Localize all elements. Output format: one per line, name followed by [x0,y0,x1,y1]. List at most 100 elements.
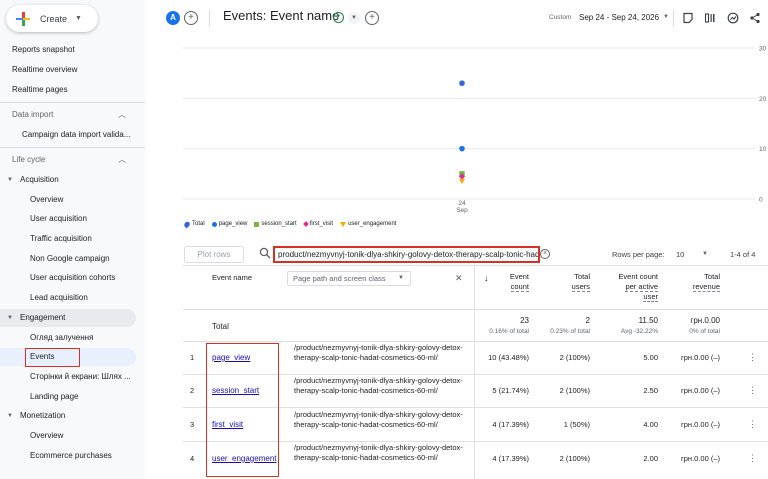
legend-item-user-engagement[interactable]: user_engagement [340,221,396,227]
chart-point-page-view [459,145,465,152]
legend-item-first-visit[interactable]: first_visit [302,221,333,227]
nav-eng-overview[interactable]: Огляд залучення [30,329,93,347]
caret-down-icon[interactable]: ▼ [702,251,708,257]
nav-engagement[interactable]: ▼ Engagement [0,309,136,327]
event-count-cell: 4 (17.39%) [492,454,529,463]
events-chart: 30 20 10 0 24Sep [183,46,767,214]
note-icon[interactable] [682,12,694,24]
column-divider [474,265,475,479]
avatar[interactable]: A [166,11,180,25]
nav-traffic-acquisition[interactable]: Traffic acquisition [30,230,92,248]
nav-engagement-label: Engagement [20,313,66,322]
more-vert-icon[interactable]: ⋮ [748,385,757,396]
dimension-select[interactable]: Page path and screen class ▼ [287,271,411,286]
row-divider [183,309,768,310]
events-highlight-box [25,348,80,367]
nav-acquisition[interactable]: ▼ Acquisition [0,171,136,189]
nav-user-acquisition[interactable]: User acquisition [30,210,87,228]
nav-ecommerce[interactable]: Ecommerce purchases [30,447,112,465]
page-title: Events: Event name [223,8,340,23]
clear-search-icon[interactable]: × [540,249,550,259]
event-count-cell: 5 (21.74%) [492,386,529,395]
header-event-count-line2: count [510,282,529,292]
plus-icon: + [369,12,375,23]
row-divider [183,341,768,342]
nav-monetization[interactable]: ▼ Monetization [0,407,136,425]
header-total-revenue[interactable]: Total revenue [680,272,720,292]
page-path-cell: /product/nezmyvnyj-tonik-dlya-shkiry-gol… [294,443,463,462]
sort-desc-icon[interactable]: ↓ [484,273,489,283]
nav-landing-page[interactable]: Landing page [30,388,79,406]
close-icon[interactable]: ✕ [455,273,463,284]
search-input[interactable]: product/nezmyvnyj-tonik-dlya-shkiry-golo… [273,246,540,263]
table-top-border [183,265,768,266]
date-range-picker[interactable]: Sep 24 - Sep 24, 2026 [579,13,659,22]
revenue-cell: грн.0.00 (–) [681,454,720,463]
total-users-cell: 2 (100%) [559,454,590,463]
totals-event-count: 23 [520,316,529,325]
insights-icon[interactable] [727,12,739,24]
totals-revenue-pct: 0% of total [689,328,720,335]
report-header: A + Events: Event name ✓ ▼ + Custom Sep … [145,0,768,37]
section-life-cycle[interactable]: Life cycle ︿ [0,151,136,169]
nav-realtime-pages[interactable]: Realtime pages [12,81,68,99]
nav-pages-screens[interactable]: Сторінки й екрани: Шлях ... [30,368,131,386]
plot-rows-button[interactable]: Plot rows [184,246,244,263]
nav-realtime-overview[interactable]: Realtime overview [12,61,77,79]
header-event-count[interactable]: Event count [489,272,529,292]
total-users-cell: 2 (100%) [559,386,590,395]
total-users-cell: 2 (100%) [559,353,590,362]
check-circle-icon[interactable]: ✓ [333,12,344,23]
share-icon[interactable] [749,12,761,24]
caret-down-icon[interactable]: ▼ [348,12,360,24]
rows-per-page-label: Rows per page: [612,250,665,259]
compare-columns-icon[interactable] [704,12,716,24]
create-button[interactable]: Create ▼ [6,5,98,32]
nav-campaign-import[interactable]: Campaign data import valida... [22,126,131,144]
y-tick-label: 10 [759,146,767,153]
legend-item-total[interactable]: Total [183,220,205,228]
more-vert-icon[interactable]: ⋮ [748,352,757,363]
header-event-name[interactable]: Event name [212,273,252,283]
row-number: 2 [190,386,195,395]
more-vert-icon[interactable]: ⋮ [748,453,757,464]
nav-mon-overview[interactable]: Overview [30,427,63,445]
ecpau-cell: 2.50 [643,386,658,395]
y-tick-label: 20 [759,96,767,103]
legend-marker [340,221,347,227]
caret-down-icon[interactable]: ▼ [663,14,669,20]
triangle-down-icon: ▼ [7,413,13,419]
nav-non-google-campaign[interactable]: Non Google campaign [30,250,110,268]
nav-lead-acquisition[interactable]: Lead acquisition [30,289,88,307]
legend-item-session-start[interactable]: session_start [254,221,297,227]
page-path-cell: /product/nezmyvnyj-tonik-dlya-shkiry-gol… [294,410,463,429]
header-ecpau-line1: Event count [618,272,658,281]
page-path-cell: /product/nezmyvnyj-tonik-dlya-shkiry-gol… [294,343,463,362]
plus-icon [16,11,30,26]
add-comparison-button[interactable]: + [184,11,198,25]
section-life-cycle-label: Life cycle [12,155,46,164]
dimension-select-label: Page path and screen class [293,274,386,283]
ecpau-cell: 5.00 [643,353,658,362]
header-event-count-per-active-user[interactable]: Event count per active user [606,272,658,302]
nav-user-acq-cohorts[interactable]: User acquisition cohorts [30,269,115,287]
header-total-users-line1: Total [574,272,590,281]
legend-label: Total [192,221,205,227]
nav-reports-snapshot[interactable]: Reports snapshot [12,41,75,59]
y-tick-label: 0 [759,197,763,204]
more-vert-icon[interactable]: ⋮ [748,419,757,430]
header-ecpau-line2: per active [625,282,658,292]
event-count-cell: 10 (43.48%) [488,353,529,362]
legend-item-page-view[interactable]: page_view [211,221,247,227]
plus-icon: + [188,12,194,23]
header-total-users[interactable]: Total users [550,272,590,292]
totals-ecpau: 11.50 [638,316,658,325]
rows-per-page-select[interactable]: 10 [676,250,684,259]
pagination-info: 1-4 of 4 [730,250,756,259]
revenue-cell: грн.0.00 (–) [681,420,720,429]
section-data-import[interactable]: Data import ︿ [0,106,136,124]
add-report-button[interactable]: + [365,11,379,25]
header-ecpau-line3: user [643,292,658,302]
header-revenue-line1: Total [704,272,720,281]
nav-acq-overview[interactable]: Overview [30,191,63,209]
